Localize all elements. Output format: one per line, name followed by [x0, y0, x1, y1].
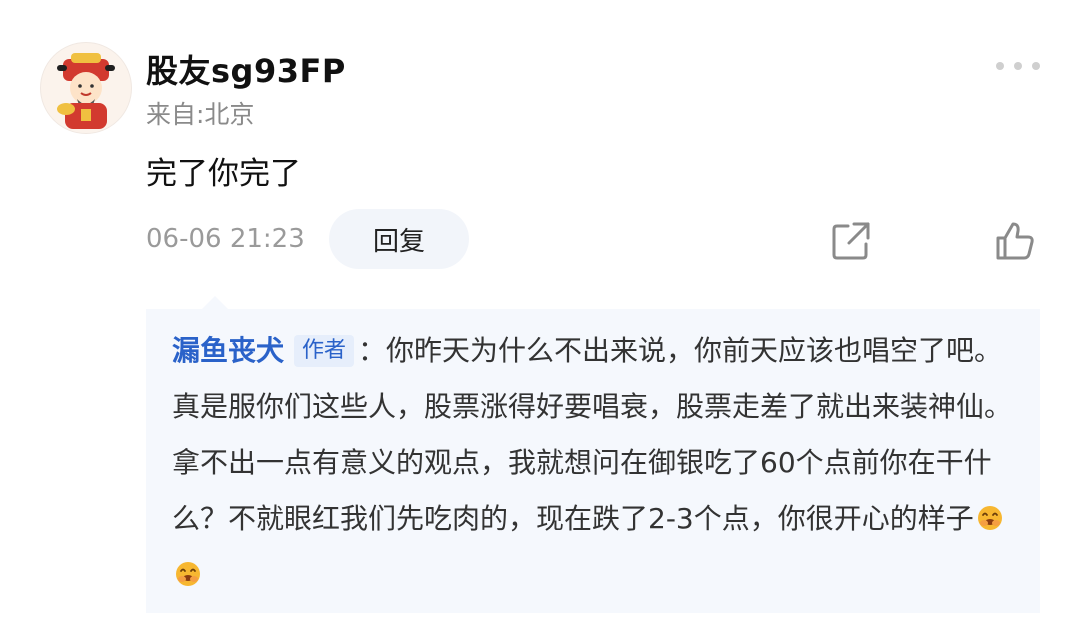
- more-dots-icon: [1014, 62, 1022, 70]
- laughing-emoji-icon: [176, 562, 200, 586]
- laughing-emoji-icon: [977, 506, 1002, 530]
- like-button[interactable]: [992, 218, 1038, 264]
- username[interactable]: 股友sg93FP: [146, 46, 346, 92]
- thumbs-up-icon: [996, 222, 1034, 260]
- more-options-button[interactable]: [996, 56, 1040, 76]
- comment-time: 06-06 21:23: [146, 224, 305, 254]
- avatar[interactable]: [40, 42, 132, 134]
- reply-button[interactable]: 回复: [329, 209, 469, 269]
- share-button[interactable]: [828, 218, 874, 264]
- reply-thread: 漏鱼丧犬 作者 ：你昨天为什么不出来说，你前天应该也唱空了吧。真是服你们这些人，股票…: [146, 296, 1040, 613]
- caishen-avatar-icon: [57, 53, 115, 129]
- location: 来自:北京: [146, 100, 255, 129]
- share-icon: [832, 222, 870, 260]
- more-dots-icon: [996, 62, 1004, 70]
- more-dots-icon: [1032, 62, 1040, 70]
- comment-text: 完了你完了: [146, 156, 301, 192]
- author-badge: 作者: [294, 335, 355, 367]
- reply-content: 漏鱼丧犬 作者 ：你昨天为什么不出来说，你前天应该也唱空了吧。真是服你们这些人，股票…: [172, 323, 1018, 603]
- reply-author[interactable]: 漏鱼丧犬: [172, 334, 284, 367]
